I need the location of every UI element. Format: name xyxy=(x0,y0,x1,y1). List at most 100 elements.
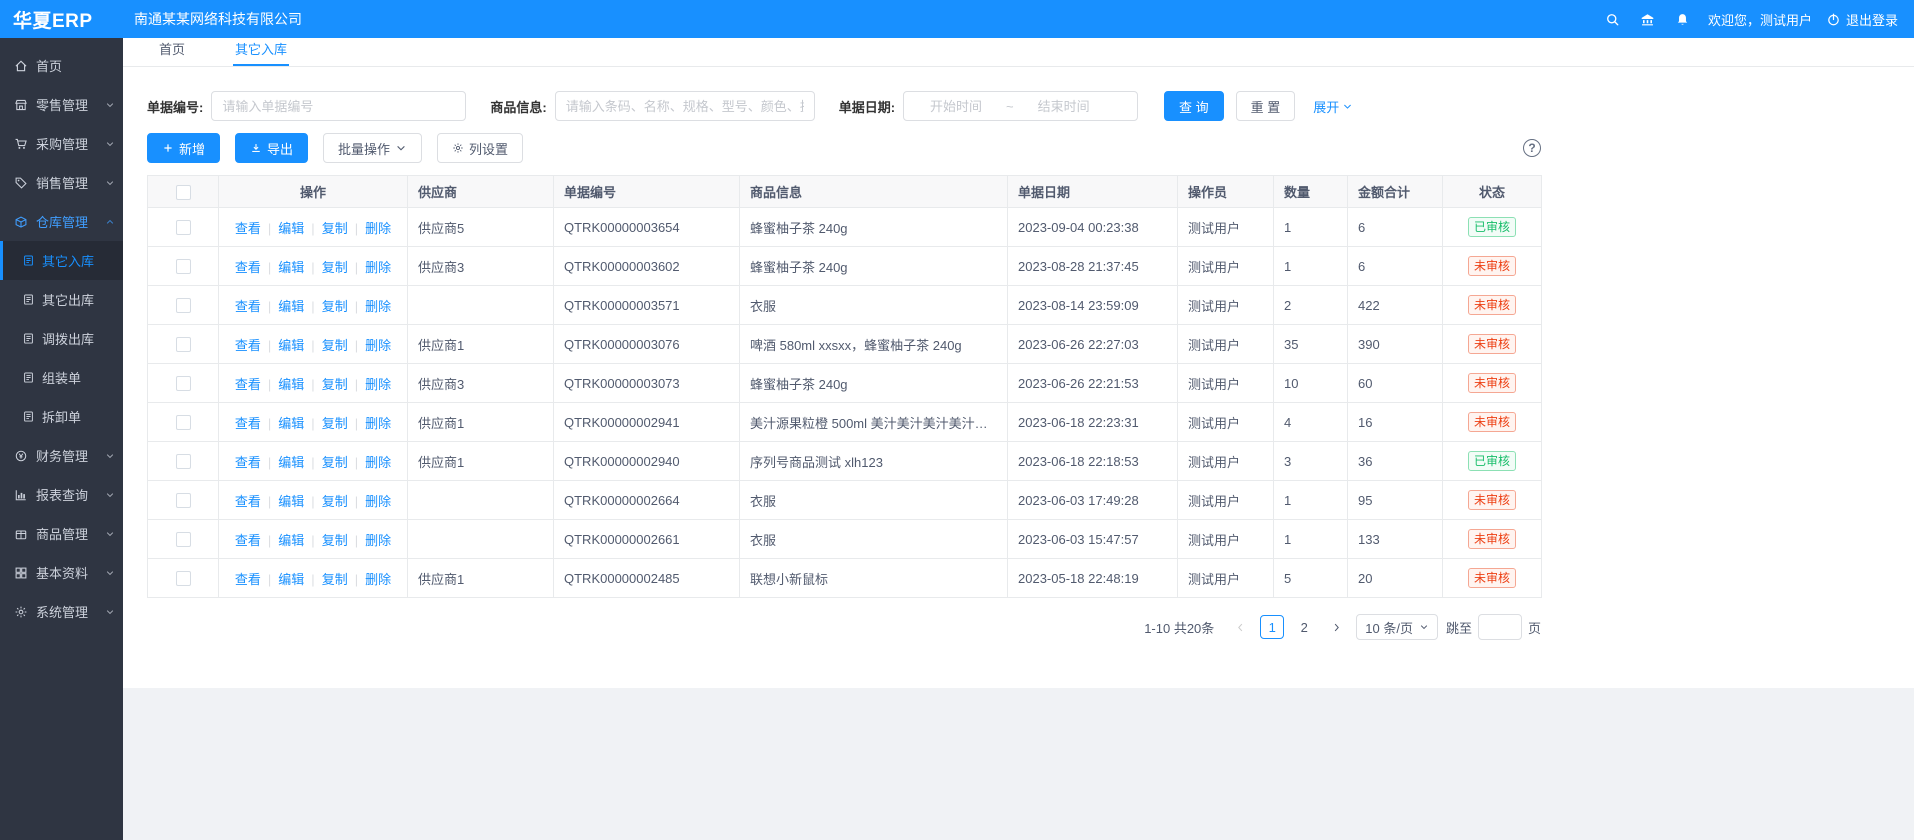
copy-link[interactable]: 复制 xyxy=(322,260,348,275)
cell-operator: 测试用户 xyxy=(1178,364,1274,403)
tab-other-in[interactable]: 其它入库 xyxy=(233,35,289,66)
status-badge: 未审核 xyxy=(1468,490,1516,510)
row-checkbox[interactable] xyxy=(176,337,191,352)
copy-link[interactable]: 复制 xyxy=(322,494,348,509)
sidebar-subitem-assemble[interactable]: 组装单 xyxy=(0,358,123,397)
date-range-picker[interactable]: ~ xyxy=(903,91,1138,121)
action-divider: | xyxy=(311,494,314,509)
row-checkbox[interactable] xyxy=(176,376,191,391)
view-link[interactable]: 查看 xyxy=(235,299,261,314)
date-start-input[interactable] xyxy=(910,99,1002,114)
action-divider: | xyxy=(268,221,271,236)
bill-no-input[interactable] xyxy=(211,91,466,121)
page-button-1[interactable]: 1 xyxy=(1260,615,1284,639)
copy-link[interactable]: 复制 xyxy=(322,533,348,548)
tab-home[interactable]: 首页 xyxy=(157,35,187,66)
chevron-down-icon xyxy=(1419,622,1429,632)
copy-link[interactable]: 复制 xyxy=(322,455,348,470)
column-settings-button[interactable]: 列设置 xyxy=(437,133,523,163)
select-all-checkbox[interactable] xyxy=(176,185,191,200)
add-button[interactable]: 新增 xyxy=(147,133,220,163)
cell-qty: 1 xyxy=(1274,481,1348,520)
delete-link[interactable]: 删除 xyxy=(365,338,391,353)
download-icon xyxy=(250,142,262,154)
edit-link[interactable]: 编辑 xyxy=(278,377,304,392)
sidebar-subitem-allot-out[interactable]: 调拨出库 xyxy=(0,319,123,358)
jump-input[interactable] xyxy=(1478,614,1522,640)
delete-link[interactable]: 删除 xyxy=(365,377,391,392)
sidebar-item-sale[interactable]: 销售管理 xyxy=(0,163,123,202)
sidebar-item-finance[interactable]: 财务管理 xyxy=(0,436,123,475)
delete-link[interactable]: 删除 xyxy=(365,455,391,470)
reset-button[interactable]: 重 置 xyxy=(1236,91,1296,121)
sidebar-subitem-other-in[interactable]: 其它入库 xyxy=(0,241,123,280)
edit-link[interactable]: 编辑 xyxy=(278,299,304,314)
search-button[interactable]: 查 询 xyxy=(1164,91,1224,121)
delete-link[interactable]: 删除 xyxy=(365,533,391,548)
copy-link[interactable]: 复制 xyxy=(322,416,348,431)
expand-toggle[interactable]: 展开 xyxy=(1313,97,1353,116)
view-link[interactable]: 查看 xyxy=(235,377,261,392)
edit-link[interactable]: 编辑 xyxy=(278,572,304,587)
sidebar-item-warehouse[interactable]: 仓库管理 xyxy=(0,202,123,241)
view-link[interactable]: 查看 xyxy=(235,494,261,509)
copy-link[interactable]: 复制 xyxy=(322,572,348,587)
search-icon[interactable] xyxy=(1605,12,1620,27)
view-link[interactable]: 查看 xyxy=(235,572,261,587)
date-end-input[interactable] xyxy=(1018,99,1110,114)
delete-link[interactable]: 删除 xyxy=(365,299,391,314)
page-size-select[interactable]: 10 条/页 xyxy=(1356,614,1438,640)
row-checkbox[interactable] xyxy=(176,454,191,469)
view-link[interactable]: 查看 xyxy=(235,260,261,275)
view-link[interactable]: 查看 xyxy=(235,455,261,470)
sidebar-item-retail[interactable]: 零售管理 xyxy=(0,85,123,124)
edit-link[interactable]: 编辑 xyxy=(278,494,304,509)
export-button[interactable]: 导出 xyxy=(235,133,308,163)
sidebar-item-report[interactable]: 报表查询 xyxy=(0,475,123,514)
next-page-button[interactable] xyxy=(1324,615,1348,639)
delete-link[interactable]: 删除 xyxy=(365,416,391,431)
sidebar-item-home[interactable]: 首页 xyxy=(0,46,123,85)
row-checkbox[interactable] xyxy=(176,415,191,430)
edit-link[interactable]: 编辑 xyxy=(278,533,304,548)
search-button-label: 查 询 xyxy=(1179,97,1209,116)
product-info-input[interactable] xyxy=(555,91,815,121)
copy-link[interactable]: 复制 xyxy=(322,377,348,392)
row-checkbox[interactable] xyxy=(176,532,191,547)
view-link[interactable]: 查看 xyxy=(235,533,261,548)
bell-icon[interactable] xyxy=(1675,12,1690,27)
delete-link[interactable]: 删除 xyxy=(365,221,391,236)
edit-link[interactable]: 编辑 xyxy=(278,455,304,470)
view-link[interactable]: 查看 xyxy=(235,416,261,431)
help-icon[interactable]: ? xyxy=(1523,139,1541,157)
prev-page-button[interactable] xyxy=(1228,615,1252,639)
edit-link[interactable]: 编辑 xyxy=(278,221,304,236)
sidebar-item-system[interactable]: 系统管理 xyxy=(0,592,123,631)
bank-icon[interactable] xyxy=(1640,12,1655,27)
logout-button[interactable]: 退出登录 xyxy=(1826,10,1898,29)
cell-date: 2023-06-18 22:18:53 xyxy=(1008,442,1178,481)
view-link[interactable]: 查看 xyxy=(235,221,261,236)
delete-link[interactable]: 删除 xyxy=(365,494,391,509)
row-checkbox[interactable] xyxy=(176,571,191,586)
copy-link[interactable]: 复制 xyxy=(322,299,348,314)
copy-link[interactable]: 复制 xyxy=(322,338,348,353)
row-checkbox[interactable] xyxy=(176,298,191,313)
view-link[interactable]: 查看 xyxy=(235,338,261,353)
delete-link[interactable]: 删除 xyxy=(365,260,391,275)
copy-link[interactable]: 复制 xyxy=(322,221,348,236)
row-checkbox[interactable] xyxy=(176,259,191,274)
page-button-2[interactable]: 2 xyxy=(1292,615,1316,639)
sidebar-item-purchase[interactable]: 采购管理 xyxy=(0,124,123,163)
edit-link[interactable]: 编辑 xyxy=(278,338,304,353)
sidebar-subitem-other-out[interactable]: 其它出库 xyxy=(0,280,123,319)
sidebar-item-goods[interactable]: 商品管理 xyxy=(0,514,123,553)
batch-actions-button[interactable]: 批量操作 xyxy=(323,133,422,163)
sidebar-subitem-disassemble[interactable]: 拆卸单 xyxy=(0,397,123,436)
row-checkbox[interactable] xyxy=(176,220,191,235)
edit-link[interactable]: 编辑 xyxy=(278,260,304,275)
delete-link[interactable]: 删除 xyxy=(365,572,391,587)
row-checkbox[interactable] xyxy=(176,493,191,508)
edit-link[interactable]: 编辑 xyxy=(278,416,304,431)
sidebar-item-basic[interactable]: 基本资料 xyxy=(0,553,123,592)
